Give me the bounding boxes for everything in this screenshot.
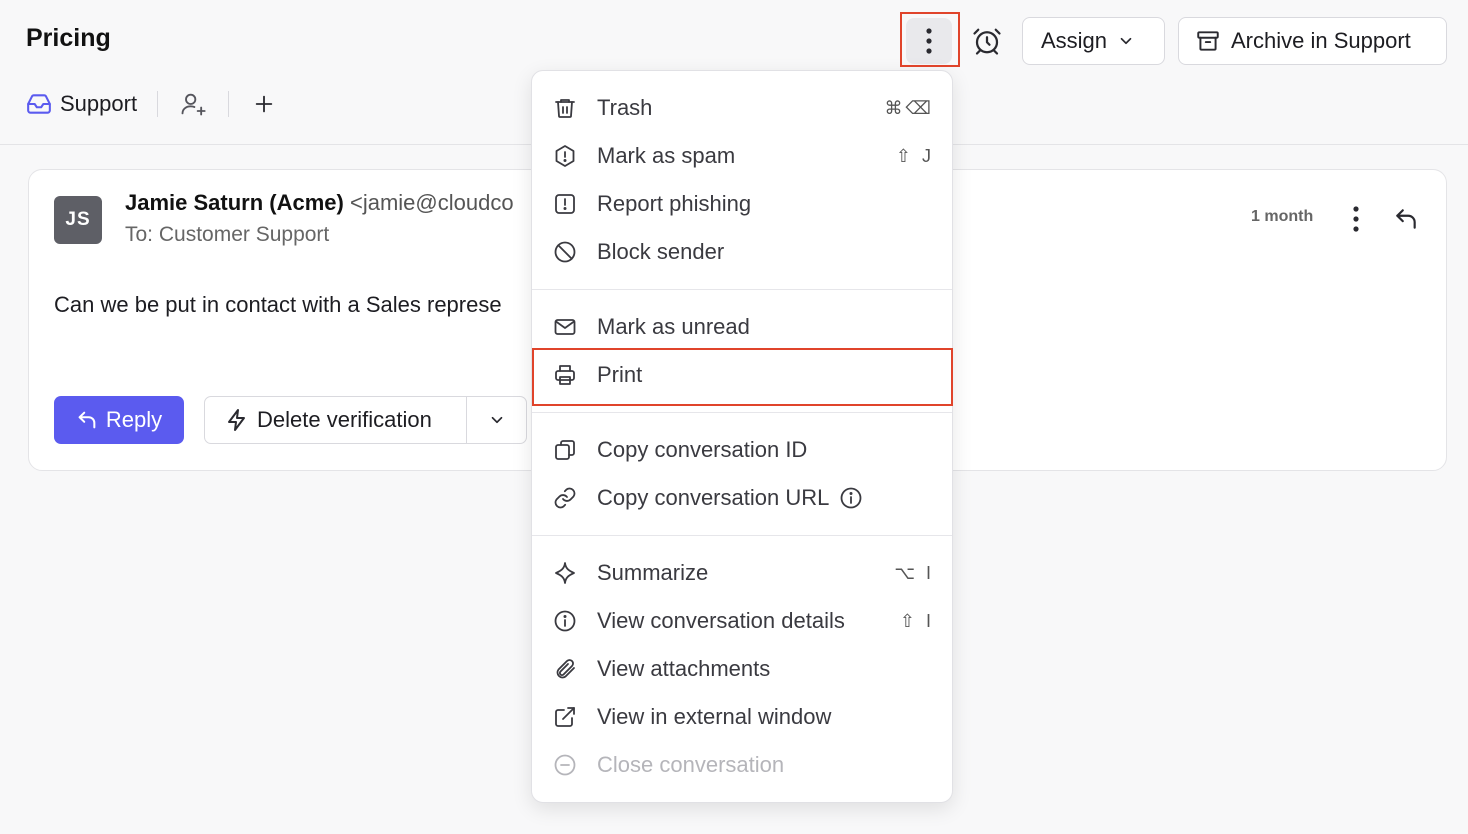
menu-item-copy-conversation-id[interactable]: Copy conversation ID <box>532 427 952 473</box>
menu-item-summarize[interactable]: Summarize ⌥ I <box>532 550 952 596</box>
message-reply-button[interactable] <box>1389 204 1423 234</box>
menu-item-label: Close conversation <box>597 752 785 777</box>
menu-item-report-phishing[interactable]: Report phishing <box>532 181 952 227</box>
archive-button[interactable]: Archive in Support <box>1178 17 1447 65</box>
snooze-button[interactable] <box>966 20 1008 62</box>
block-icon <box>552 239 578 265</box>
menu-item-close-conversation: Close conversation <box>532 742 952 788</box>
paperclip-icon <box>552 656 578 682</box>
menu-item-label: View conversation details <box>597 608 845 633</box>
copy-icon <box>552 437 578 463</box>
assign-label: Assign <box>1041 28 1108 53</box>
menu-item-print[interactable]: Print <box>532 352 952 398</box>
divider <box>157 91 159 117</box>
menu-item-label: Block sender <box>597 239 725 264</box>
menu-item-view-in-external-window[interactable]: View in external window <box>532 694 952 740</box>
menu-item-mark-as-unread[interactable]: Mark as unread <box>532 304 952 350</box>
menu-item-label: Trash <box>597 95 653 120</box>
tab-support[interactable]: Support <box>26 91 137 117</box>
message-more-button[interactable] <box>1341 204 1371 234</box>
menu-item-view-conversation-details[interactable]: View conversation details ⇧ I <box>532 598 952 644</box>
menu-item-label: Copy conversation URL <box>597 485 830 510</box>
menu-item-label: Print <box>597 362 643 387</box>
menu-item-label: Copy conversation ID <box>597 437 808 462</box>
chevron-down-icon <box>1120 37 1132 45</box>
menu-item-label: Summarize <box>597 560 709 585</box>
shortcut-hint: ⌥ I <box>894 562 934 583</box>
archive-icon <box>1197 31 1219 51</box>
menu-separator <box>532 535 952 536</box>
reply-button[interactable]: Reply <box>54 396 184 444</box>
message-body: Can we be put in contact with a Sales re… <box>54 292 502 317</box>
menu-item-label: Report phishing <box>597 191 752 216</box>
report-icon <box>552 191 578 217</box>
avatar: JS <box>54 196 102 244</box>
menu-item-label: Mark as spam <box>597 143 736 168</box>
chevron-down-icon <box>491 416 502 424</box>
menu-item-trash[interactable]: Trash ⌘⌫ <box>532 85 952 131</box>
add-tab-button[interactable] <box>249 89 279 119</box>
menu-item-mark-as-spam[interactable]: Mark as spam ⇧ J <box>532 133 952 179</box>
alarm-clock-icon <box>973 28 1001 55</box>
printer-icon <box>552 362 578 388</box>
tab-support-label: Support <box>60 91 138 116</box>
more-options-button[interactable] <box>906 18 952 64</box>
sparkle-icon <box>552 560 578 586</box>
sender-line: Jamie Saturn (Acme) <jamie@cloudco <box>125 190 514 216</box>
menu-item-copy-conversation-url[interactable]: Copy conversation URL <box>532 475 952 521</box>
menu-item-block-sender[interactable]: Block sender <box>532 229 952 275</box>
menu-separator <box>532 289 952 290</box>
sender-name: Jamie Saturn (Acme) <box>125 190 344 215</box>
info-icon[interactable] <box>839 486 863 510</box>
spam-icon <box>552 143 578 169</box>
more-options-menu: Trash ⌘⌫ Mark as spam ⇧ J Report phishin… <box>531 70 953 803</box>
external-link-icon <box>552 704 578 730</box>
divider <box>228 91 230 117</box>
archive-label: Archive in Support <box>1231 28 1411 53</box>
reply-arrow-icon <box>78 411 96 429</box>
recipient-line: To: Customer Support <box>125 223 330 246</box>
lightning-icon <box>228 409 245 431</box>
shortcut-hint: ⇧ I <box>899 610 934 631</box>
trash-icon <box>552 95 578 121</box>
message-time: 1 month <box>1251 208 1314 225</box>
menu-item-label: Mark as unread <box>597 314 750 339</box>
info-icon <box>552 608 578 634</box>
menu-separator <box>532 412 952 413</box>
vertical-dots-icon <box>1353 206 1359 232</box>
vertical-dots-icon <box>926 28 932 54</box>
inbox-tabs: Support <box>26 84 279 124</box>
page-title: Pricing <box>26 24 111 52</box>
minus-circle-icon <box>552 752 578 778</box>
shortcut-hint: ⇧ J <box>895 145 934 166</box>
macro-label: Delete verification <box>257 407 432 432</box>
assign-button[interactable]: Assign <box>1022 17 1165 65</box>
sender-email: <jamie@cloudco <box>349 190 514 215</box>
link-icon <box>552 485 578 511</box>
macro-button-group: Delete verification <box>204 396 527 444</box>
menu-item-view-attachments[interactable]: View attachments <box>532 646 952 692</box>
envelope-icon <box>552 314 578 340</box>
inbox-icon <box>27 94 51 114</box>
macro-dropdown-button[interactable] <box>467 397 526 443</box>
add-participant-button[interactable] <box>178 89 208 119</box>
user-plus-icon <box>181 93 206 116</box>
reply-label: Reply <box>105 407 163 432</box>
menu-item-label: View in external window <box>597 704 832 729</box>
menu-item-label: View attachments <box>597 656 771 681</box>
macro-button[interactable]: Delete verification <box>205 397 467 443</box>
plus-icon <box>255 95 273 113</box>
shortcut-hint: ⌘⌫ <box>884 97 934 118</box>
reply-arrow-icon <box>1396 209 1416 229</box>
